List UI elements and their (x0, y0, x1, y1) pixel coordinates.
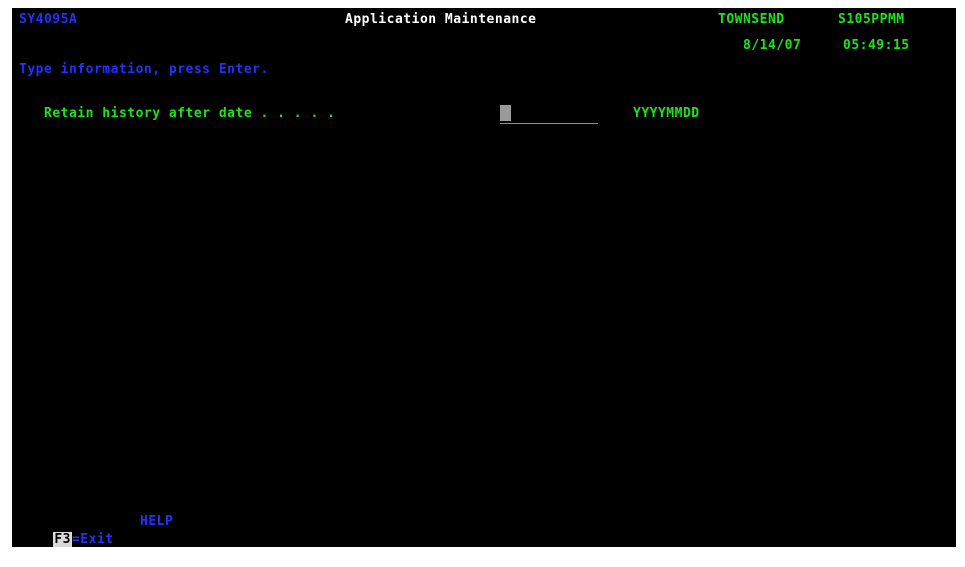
instruction-text: Type information, press Enter. (19, 62, 269, 77)
retain-history-label: Retain history after date . . . . . (44, 106, 336, 121)
retain-history-date-input[interactable] (500, 105, 598, 124)
current-date: 8/14/07 (743, 38, 802, 53)
system-name: S105PPMM (838, 12, 905, 27)
user-id: TOWNSEND (718, 12, 785, 27)
current-time: 05:49:15 (843, 38, 910, 53)
help-key[interactable]: HELP (140, 513, 173, 531)
f3-exit-key[interactable]: F3=Exit (20, 513, 114, 567)
program-id: SY4095A (19, 12, 78, 27)
f3-key-label: F3 (53, 532, 72, 547)
date-format-hint: YYYYMMDD (633, 106, 700, 121)
text-cursor (500, 105, 511, 121)
terminal-screen: SY4095A Application Maintenance TOWNSEND… (12, 8, 956, 547)
screen-title: Application Maintenance (345, 12, 537, 27)
f3-key-desc: =Exit (71, 532, 114, 547)
